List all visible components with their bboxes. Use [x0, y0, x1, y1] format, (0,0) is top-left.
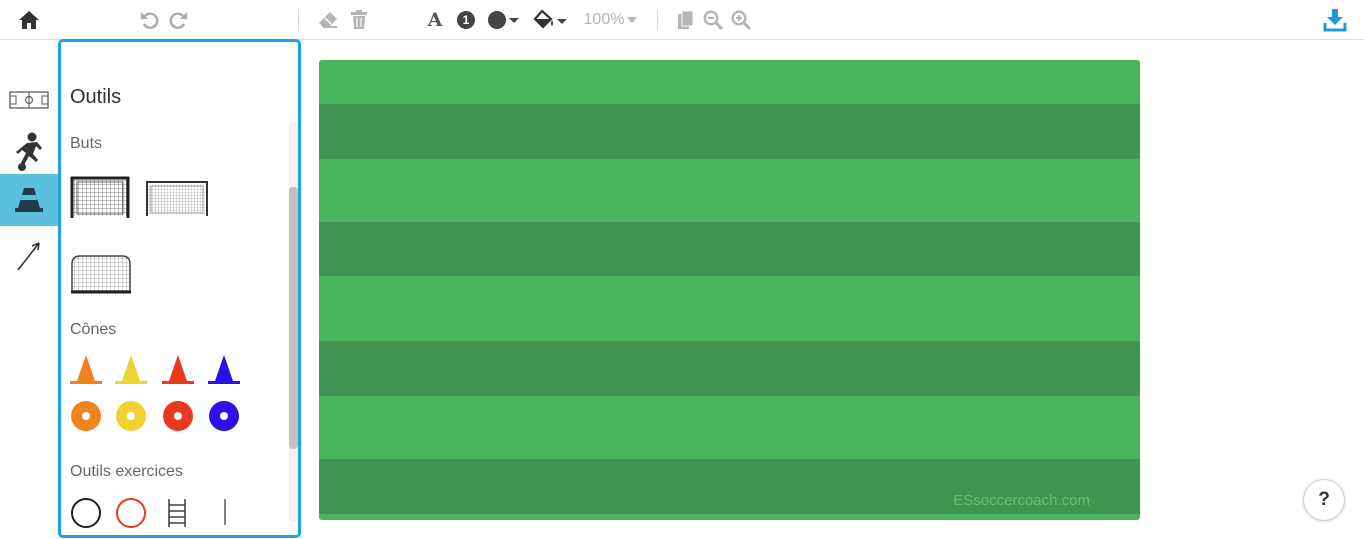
- pole[interactable]: [222, 497, 228, 534]
- watermark: ESsoccercoach.com: [953, 492, 1090, 509]
- cone-blue[interactable]: [208, 354, 240, 391]
- toolbar-separator: [298, 9, 299, 31]
- zoom-level-value: 100%: [583, 11, 625, 28]
- copy-icon[interactable]: [676, 8, 696, 32]
- marker-blue[interactable]: [208, 400, 240, 437]
- shape-icon[interactable]: [487, 8, 521, 32]
- tools-panel: Outils Buts Cônes Outils exercices: [58, 39, 301, 538]
- download-icon[interactable]: [1323, 8, 1347, 32]
- trash-icon[interactable]: [348, 8, 370, 32]
- goal-medium[interactable]: [146, 180, 208, 223]
- fill-icon[interactable]: [533, 8, 569, 32]
- goal-large[interactable]: [70, 176, 132, 225]
- cone-red[interactable]: [162, 354, 194, 391]
- marker-red[interactable]: [162, 400, 194, 437]
- pitch-stripe: [319, 104, 1140, 159]
- goal-small[interactable]: [70, 254, 132, 299]
- text-tool-label: A: [427, 9, 443, 31]
- number-tool-label: 1: [462, 13, 470, 27]
- ring-black[interactable]: [70, 497, 102, 534]
- panel-title: Outils: [70, 86, 122, 108]
- top-toolbar: A 1 100%: [0, 0, 1364, 40]
- rail-item-players[interactable]: [0, 126, 58, 178]
- redo-icon[interactable]: [166, 8, 190, 32]
- toolbar-separator: [657, 9, 658, 31]
- pitch-stripe: [319, 341, 1140, 396]
- section-title-goals: Buts: [70, 135, 103, 152]
- marker-yellow[interactable]: [115, 400, 147, 437]
- section-title-cones: Cônes: [70, 321, 117, 338]
- player-icon: [16, 132, 42, 171]
- text-icon[interactable]: A: [424, 8, 446, 32]
- rail-item-arrows[interactable]: [0, 230, 58, 282]
- field-icon: [9, 91, 49, 109]
- marker-orange[interactable]: [70, 400, 102, 437]
- eraser-icon[interactable]: [317, 8, 339, 32]
- cone-icon: [15, 188, 43, 212]
- cone-orange[interactable]: [70, 354, 102, 391]
- number-icon[interactable]: 1: [455, 8, 477, 32]
- pitch-stripe: [319, 222, 1140, 276]
- zoom-out-icon[interactable]: [703, 8, 723, 32]
- ladder[interactable]: [167, 497, 189, 534]
- home-icon[interactable]: [17, 8, 41, 32]
- category-rail: [0, 40, 58, 539]
- undo-icon[interactable]: [138, 8, 162, 32]
- cone-yellow[interactable]: [115, 354, 147, 391]
- chevron-down-icon: [627, 17, 638, 23]
- pitch-canvas[interactable]: ESsoccercoach.com: [319, 60, 1140, 520]
- rail-item-tools[interactable]: [0, 174, 58, 226]
- help-label: ?: [1318, 489, 1330, 510]
- arrow-icon: [17, 242, 40, 271]
- help-button[interactable]: ?: [1303, 479, 1345, 521]
- ring-red[interactable]: [115, 497, 147, 534]
- panel-scrollbar-thumb[interactable]: [289, 187, 298, 449]
- section-title-exercise-tools: Outils exercices: [70, 463, 183, 480]
- zoom-in-icon[interactable]: [731, 8, 751, 32]
- rail-item-field[interactable]: [0, 74, 58, 126]
- zoom-level-dropdown[interactable]: 100%: [583, 8, 639, 32]
